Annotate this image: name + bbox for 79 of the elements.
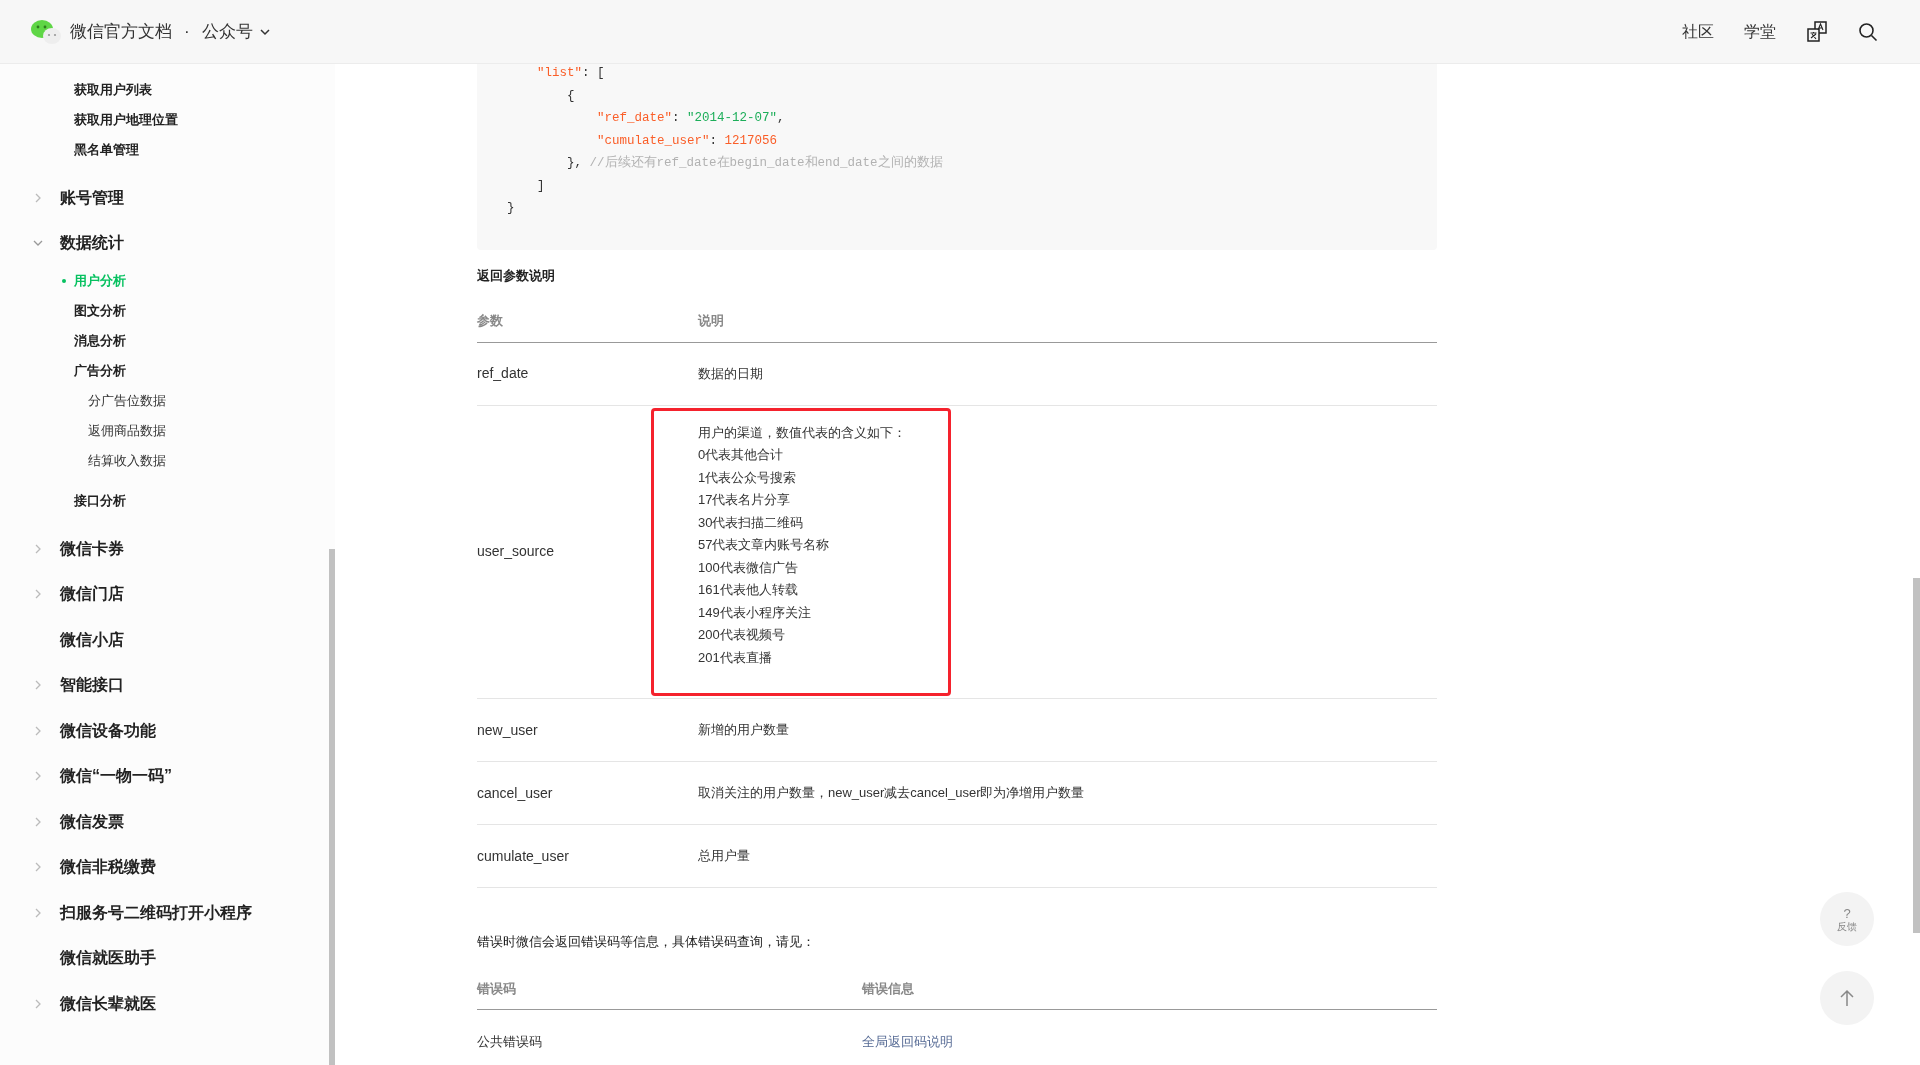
- chevron-right-icon: [33, 862, 43, 873]
- translate-icon[interactable]: [1806, 20, 1828, 43]
- code-line: "list": [: [536, 65, 606, 82]
- sidebar-item[interactable]: 结算收入数据: [88, 451, 166, 471]
- param-description: 161代表他人转载: [698, 581, 799, 599]
- chevron-right-icon: [33, 998, 43, 1009]
- title-separator: ·: [184, 20, 190, 43]
- site-title[interactable]: 微信官方文档: [70, 18, 172, 45]
- param-description: 100代表微信广告: [698, 558, 799, 577]
- chevron-right-icon: [33, 725, 43, 736]
- sidebar-item[interactable]: 微信非税缴费: [60, 855, 156, 880]
- sidebar-item[interactable]: 获取用户列表: [74, 80, 152, 100]
- doc-link[interactable]: 全局返回码说明: [862, 1031, 953, 1052]
- chat-bubbles-icon: [30, 18, 62, 45]
- chevron-right-icon: [33, 589, 43, 600]
- scrollbar-thumb[interactable]: [1913, 578, 1920, 933]
- param-description: 新增的用户数量: [698, 721, 789, 740]
- code-line: }: [507, 200, 516, 217]
- chevron-right-icon: [33, 816, 43, 827]
- param-description: 数据的日期: [698, 364, 763, 383]
- chevron-right-icon: [33, 907, 43, 918]
- param-description: 30代表扫描二维码: [698, 513, 805, 532]
- param-name: cumulate_user: [477, 846, 570, 866]
- code-line: }, //后续还有ref_date在begin_date和end_date之间的数据: [566, 154, 944, 172]
- column-header: 参数: [477, 312, 504, 331]
- code-line: ]: [536, 177, 546, 195]
- error-code: 公共错误码: [477, 1032, 543, 1051]
- param-description: 57代表文章内账号名称: [698, 536, 831, 554]
- param-name: user_source: [477, 542, 556, 562]
- section-dropdown[interactable]: 公众号: [201, 18, 271, 45]
- param-description: 总用户量: [698, 847, 750, 866]
- code-line: "ref_date": "2014-12-07",: [596, 110, 786, 127]
- sidebar-item[interactable]: 微信发票: [60, 809, 124, 834]
- sidebar-item[interactable]: 微信设备功能: [60, 718, 156, 743]
- param-description: 149代表小程序关注: [698, 603, 812, 622]
- sidebar-item[interactable]: 接口分析: [74, 491, 126, 511]
- section-heading: 返回参数说明: [477, 266, 556, 285]
- nav-link[interactable]: 学堂: [1744, 19, 1776, 44]
- scrollbar-thumb[interactable]: [329, 549, 335, 1065]
- sidebar-item[interactable]: 微信小店: [60, 627, 124, 652]
- param-description: 200代表视频号: [698, 626, 786, 644]
- sidebar-item[interactable]: 数据统计: [60, 231, 124, 256]
- param-description: 0代表其他合计: [698, 446, 785, 464]
- param-description: 201代表直播: [698, 648, 773, 667]
- column-header: 说明: [698, 312, 724, 331]
- sidebar-item[interactable]: 微信门店: [60, 582, 124, 607]
- sidebar-item[interactable]: 分广告位数据: [88, 391, 166, 411]
- param-description: 用户的渠道，数值代表的含义如下：: [698, 423, 907, 442]
- error-note: 错误时微信会返回错误码等信息，具体错误码查询，请见：: [477, 933, 816, 951]
- param-name: cancel_user: [477, 783, 554, 803]
- param-name: ref_date: [477, 364, 530, 383]
- search-icon[interactable]: [1858, 21, 1878, 42]
- column-header: 错误码: [477, 979, 517, 998]
- param-description: 1代表公众号搜索: [698, 468, 798, 487]
- sidebar-item[interactable]: 微信“一物一码”: [60, 764, 172, 789]
- sidebar-item[interactable]: 扫服务号二维码打开小程序: [60, 900, 252, 925]
- arrow-up-icon: [1839, 989, 1855, 1007]
- param-description: 17代表名片分享: [698, 491, 792, 509]
- column-header: 错误信息: [862, 979, 914, 998]
- chevron-right-icon: [33, 543, 43, 554]
- sidebar-item[interactable]: 消息分析: [74, 331, 126, 351]
- code-line: {: [566, 87, 576, 105]
- param-description: 取消关注的用户数量，new_user减去cancel_user即为净增用户数量: [698, 784, 1085, 803]
- chevron-right-icon: [33, 771, 43, 782]
- nav-link[interactable]: 社区: [1682, 19, 1714, 44]
- sidebar-item[interactable]: 获取用户地理位置: [74, 110, 178, 130]
- sidebar-item[interactable]: 广告分析: [74, 361, 126, 381]
- sidebar-item[interactable]: 微信就医助手: [60, 946, 156, 971]
- sidebar-item[interactable]: 黑名单管理: [74, 140, 139, 160]
- sidebar-item[interactable]: 账号管理: [60, 185, 124, 210]
- param-name: new_user: [477, 720, 539, 740]
- sidebar-item[interactable]: 微信卡券: [60, 536, 124, 561]
- sidebar-item[interactable]: 返佣商品数据: [88, 421, 166, 441]
- sidebar-item[interactable]: 智能接口: [60, 673, 124, 698]
- sidebar-item[interactable]: 图文分析: [74, 301, 126, 321]
- sidebar-item[interactable]: 微信长辈就医: [60, 991, 156, 1016]
- chevron-right-icon: [33, 192, 43, 203]
- chevron-right-icon: [33, 680, 43, 691]
- code-line: "cumulate_user": 1217056: [596, 132, 779, 150]
